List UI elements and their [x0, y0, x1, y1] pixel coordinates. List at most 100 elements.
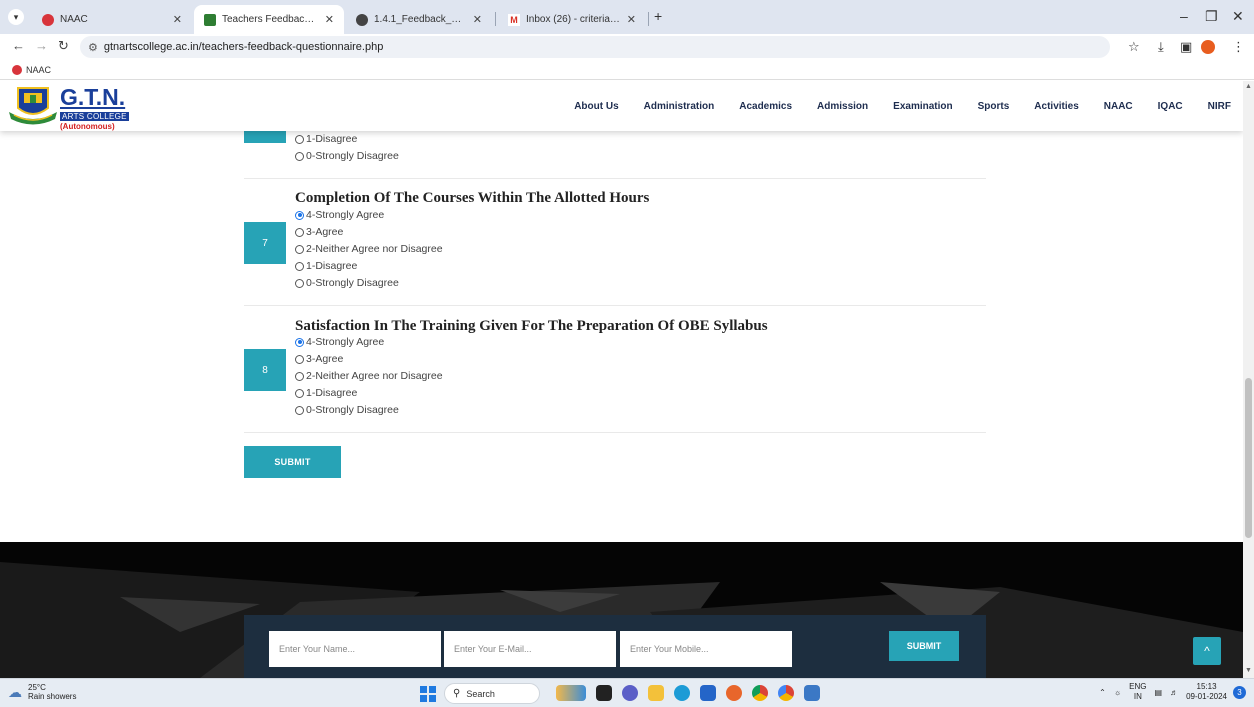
- windows-start-icon[interactable]: [420, 686, 436, 702]
- scroll-down-icon[interactable]: ▼: [1245, 667, 1252, 674]
- chat-app-icon[interactable]: [622, 685, 638, 701]
- tab-questionnaire[interactable]: 1.4.1_Feedback_Questionnaire ✕: [346, 5, 492, 34]
- file-explorer-icon[interactable]: [648, 685, 664, 701]
- site-info-icon[interactable]: ⚙: [88, 41, 98, 54]
- option-1-disagree[interactable]: 1-Disagree: [295, 387, 357, 399]
- tab-teachers-feedback[interactable]: Teachers Feedback | G.T.N. Arts ✕: [194, 5, 344, 34]
- option-4-strongly-agree[interactable]: 4-Strongly Agree: [295, 336, 384, 348]
- search-label: Search: [466, 688, 495, 699]
- nav-sports[interactable]: Sports: [978, 101, 1010, 112]
- forward-arrow-icon[interactable]: →: [35, 38, 48, 53]
- nav-naac[interactable]: NAAC: [1104, 101, 1133, 112]
- mobile-input[interactable]: [620, 631, 792, 667]
- option-label: 3-Agree: [306, 226, 344, 238]
- option-3-agree[interactable]: 3-Agree: [295, 226, 343, 238]
- side-panel-icon[interactable]: ▣: [1180, 39, 1192, 55]
- tab-search-icon[interactable]: ▾: [8, 9, 24, 25]
- option-3-agree[interactable]: 3-Agree: [295, 353, 343, 365]
- radio-button[interactable]: [295, 354, 304, 364]
- radio-button[interactable]: [295, 244, 304, 254]
- close-icon[interactable]: ✕: [473, 13, 482, 26]
- profile-avatar[interactable]: [1201, 40, 1215, 54]
- store-app-icon[interactable]: [700, 685, 716, 701]
- bookmark-star-icon[interactable]: ☆: [1128, 39, 1140, 55]
- close-window-icon[interactable]: ✕: [1232, 8, 1244, 25]
- nav-activities[interactable]: Activities: [1034, 101, 1078, 112]
- image-viewer-icon[interactable]: [804, 685, 820, 701]
- radio-button[interactable]: [295, 210, 304, 220]
- close-icon[interactable]: ✕: [325, 13, 334, 26]
- tab-gmail-inbox[interactable]: M Inbox (26) - criteria1@gtnartsc ✕: [498, 5, 646, 34]
- newsletter-submit-button[interactable]: SUBMIT: [889, 631, 959, 661]
- option-0-strongly-disagree[interactable]: 0-Strongly Disagree: [295, 277, 399, 289]
- bookmark-naac[interactable]: NAAC: [26, 65, 51, 75]
- question-number-badge: 7: [244, 222, 286, 264]
- url-field[interactable]: ⚙ gtnartscollege.ac.in/teachers-feedback…: [80, 36, 1110, 58]
- chrome-icon[interactable]: [752, 685, 768, 701]
- option-1-disagree[interactable]: 1-Disagree: [295, 260, 357, 272]
- submit-button[interactable]: SUBMIT: [244, 446, 341, 478]
- back-to-top-button[interactable]: ^: [1193, 637, 1221, 665]
- option-2-neither[interactable]: 2-Neither Agree nor Disagree: [295, 243, 443, 255]
- radio-button[interactable]: [295, 151, 304, 161]
- radio-button[interactable]: [295, 134, 304, 144]
- nav-administration[interactable]: Administration: [644, 101, 715, 112]
- close-icon[interactable]: ✕: [627, 13, 636, 26]
- widgets-app-icon[interactable]: [556, 685, 586, 701]
- radio-button[interactable]: [295, 405, 304, 415]
- nav-academics[interactable]: Academics: [739, 101, 792, 112]
- radio-button[interactable]: [295, 388, 304, 398]
- volume-icon[interactable]: ♬: [1170, 688, 1178, 697]
- option-4-strongly-agree[interactable]: 4-Strongly Agree: [295, 209, 384, 221]
- radio-button[interactable]: [295, 278, 304, 288]
- option-label: 1-Disagree: [306, 260, 358, 272]
- scroll-thumb[interactable]: [1245, 378, 1252, 538]
- radio-button[interactable]: [295, 261, 304, 271]
- name-input[interactable]: [269, 631, 441, 667]
- edge-browser-icon[interactable]: [674, 685, 690, 701]
- chevron-up-icon: ^: [1204, 644, 1210, 658]
- radio-button[interactable]: [295, 227, 304, 237]
- option-0-strongly-disagree[interactable]: 0-Strongly Disagree: [295, 404, 399, 416]
- nav-admission[interactable]: Admission: [817, 101, 868, 112]
- radio-button[interactable]: [295, 337, 304, 347]
- language-indicator[interactable]: ENG IN: [1129, 682, 1146, 702]
- chrome-canary-icon[interactable]: [778, 685, 794, 701]
- reload-icon[interactable]: ↻: [58, 38, 69, 54]
- rain-cloud-icon: ☁: [8, 683, 22, 700]
- question-divider: [244, 178, 986, 179]
- page-scrollbar[interactable]: ▲ ▼: [1243, 81, 1254, 678]
- scroll-up-icon[interactable]: ▲: [1245, 83, 1252, 90]
- taskbar-search[interactable]: ⚲ Search: [444, 683, 540, 704]
- restore-icon[interactable]: ❐: [1205, 8, 1218, 25]
- radio-button[interactable]: [295, 371, 304, 381]
- chevron-up-icon[interactable]: ⌃: [1099, 688, 1106, 697]
- firefox-icon[interactable]: [726, 685, 742, 701]
- option-0-strongly-disagree[interactable]: 0-Strongly Disagree: [295, 150, 399, 162]
- nav-examination[interactable]: Examination: [893, 101, 952, 112]
- question-divider: [244, 305, 986, 306]
- nav-nirf[interactable]: NIRF: [1208, 101, 1231, 112]
- clock[interactable]: 15:13 09-01-2024: [1186, 682, 1227, 702]
- network-app-icon[interactable]: ☼: [1114, 688, 1121, 697]
- tab-naac[interactable]: NAAC ✕: [32, 5, 192, 34]
- option-2-neither[interactable]: 2-Neither Agree nor Disagree: [295, 370, 443, 382]
- page-viewport: G.T.N. ARTS COLLEGE (Autonomous) About U…: [0, 81, 1243, 678]
- wifi-icon[interactable]: ▤: [1155, 688, 1163, 697]
- nav-iqac[interactable]: IQAC: [1158, 101, 1183, 112]
- minimize-icon[interactable]: –: [1180, 8, 1188, 24]
- new-tab-button[interactable]: +: [654, 8, 662, 24]
- download-icon[interactable]: ⤓: [1158, 39, 1164, 55]
- email-input[interactable]: [444, 631, 616, 667]
- notification-badge[interactable]: 3: [1233, 685, 1246, 699]
- back-arrow-icon[interactable]: ←: [12, 38, 25, 53]
- nav-about-us[interactable]: About Us: [574, 101, 618, 112]
- close-icon[interactable]: ✕: [173, 13, 182, 26]
- bookmarks-bar: NAAC: [0, 60, 1254, 80]
- weather-widget[interactable]: ☁ 25°C Rain showers: [8, 683, 76, 701]
- task-view-icon[interactable]: [596, 685, 612, 701]
- menu-kebab-icon[interactable]: ⋮: [1232, 39, 1245, 55]
- site-header: G.T.N. ARTS COLLEGE (Autonomous) About U…: [0, 81, 1243, 131]
- option-1-disagree[interactable]: 1-Disagree: [295, 133, 357, 145]
- college-logo[interactable]: G.T.N. ARTS COLLEGE (Autonomous): [8, 86, 129, 132]
